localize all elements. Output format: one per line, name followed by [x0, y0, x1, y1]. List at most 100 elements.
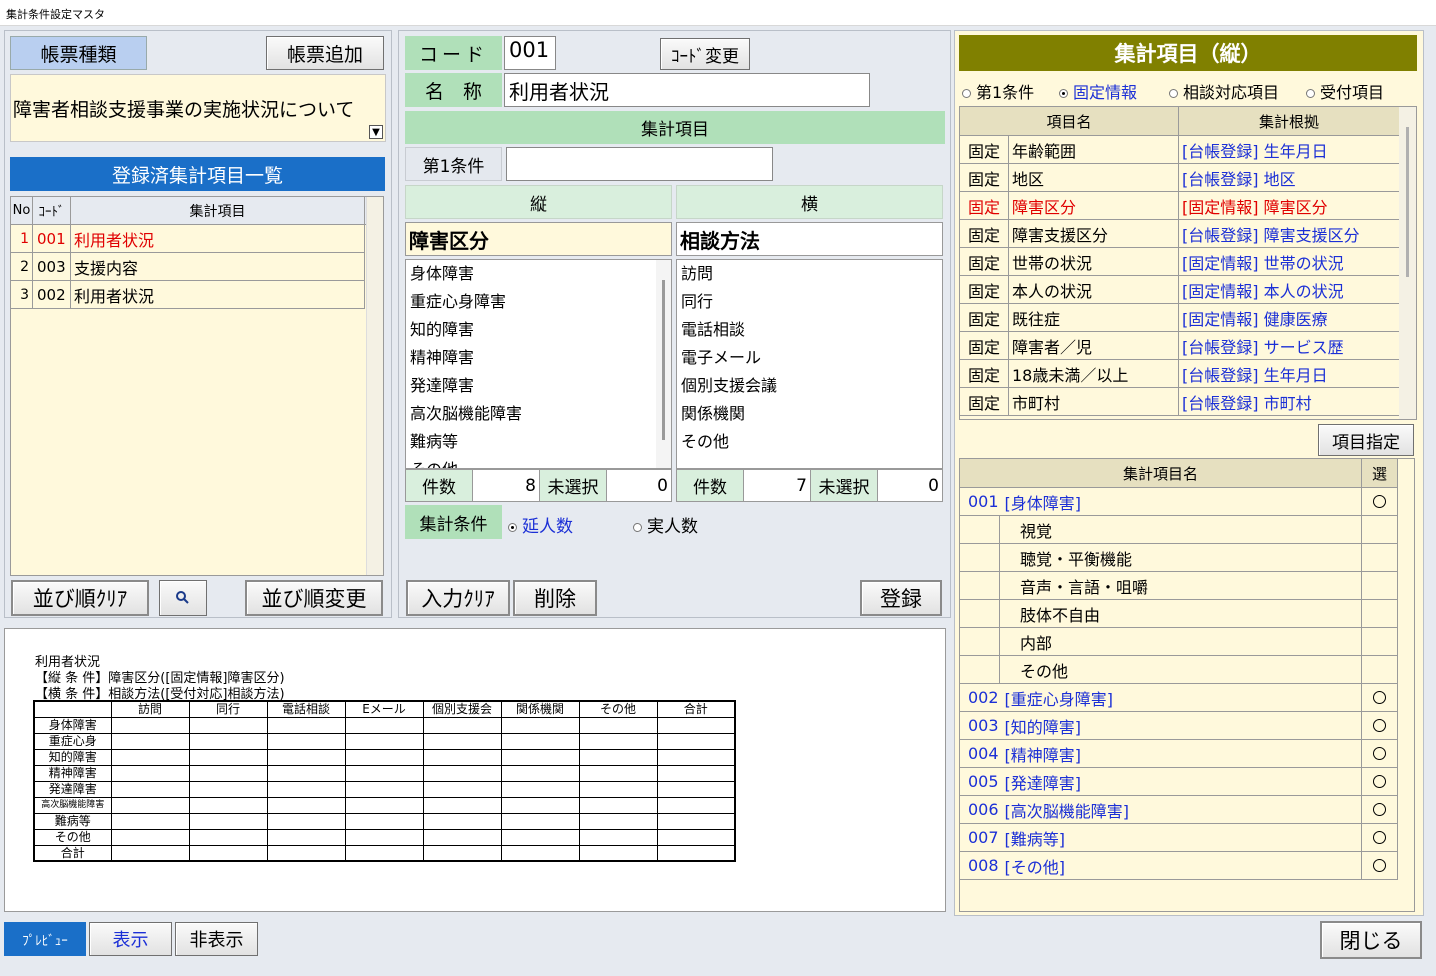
- sub-item-select[interactable]: [1362, 768, 1398, 795]
- right-radio-0[interactable]: 第1条件: [962, 79, 1059, 102]
- sub-item-row[interactable]: 008 [その他]: [960, 852, 1398, 880]
- fixed-items-table[interactable]: 項目名 集計根拠 固定 年齢範囲 [台帳登録] 生年月日 固定 地区 [台帳登録] 地区固…: [959, 106, 1417, 420]
- close-button[interactable]: 閉じる: [1320, 921, 1422, 959]
- fixed-item-row[interactable]: 固定 18歳未満／以上 [台帳登録] 生年月日: [960, 360, 1400, 388]
- sort-change-button[interactable]: 並び順変更: [245, 580, 383, 616]
- fixed-item-row[interactable]: 固定 年齢範囲 [台帳登録] 生年月日: [960, 136, 1400, 164]
- sub-item-select[interactable]: [1362, 516, 1398, 543]
- vertical-list-item[interactable]: 知的障害: [406, 316, 671, 344]
- sub-item-row[interactable]: 007 [難病等]: [960, 824, 1398, 852]
- sub-item-select[interactable]: [1362, 544, 1398, 571]
- fixed-item-row[interactable]: 固定 市町村 [台帳登録] 市町村: [960, 388, 1400, 416]
- sub-item-row[interactable]: 音声・言語・咀嚼: [960, 572, 1398, 600]
- cond1-input[interactable]: [506, 147, 773, 181]
- sub-item-row[interactable]: 004 [精神障害]: [960, 740, 1398, 768]
- row-code: 001: [33, 225, 71, 252]
- sub-item-select[interactable]: [1362, 572, 1398, 599]
- sub-item-row[interactable]: 聴覚・平衡機能: [960, 544, 1398, 572]
- vertical-list-item[interactable]: その他: [406, 456, 671, 468]
- radio-icon: [1059, 89, 1068, 98]
- vertical-list-item[interactable]: 精神障害: [406, 344, 671, 372]
- preview-row-header: 知的障害: [33, 748, 112, 766]
- col-item-name: 項目名: [960, 107, 1179, 135]
- fixed-item-row[interactable]: 固定 地区 [台帳登録] 地区: [960, 164, 1400, 192]
- horizontal-list-item[interactable]: 電子メール: [677, 344, 942, 372]
- horizontal-list-item[interactable]: 個別支援会議: [677, 372, 942, 400]
- horizontal-list[interactable]: 訪問 同行 電話相談 電子メール 個別支援会議 関係機関 その他: [676, 259, 943, 469]
- right-radio-3[interactable]: 受付項目: [1306, 79, 1417, 102]
- table-row[interactable]: 1 001 利用者状況: [11, 225, 365, 253]
- fixed-item-name: 世帯の状況: [1009, 248, 1179, 275]
- fixed-item-row[interactable]: 固定 障害区分 [固定情報] 障害区分: [960, 192, 1400, 220]
- sub-item-select[interactable]: [1362, 740, 1398, 767]
- sub-items-table[interactable]: 集計項目名 選 001 [身体障害] 視覚 聴覚・平衡機能 音声・言語・咀嚼 肢体不自由内…: [959, 458, 1415, 912]
- add-report-button[interactable]: 帳票追加: [266, 36, 384, 70]
- fixed-item-row[interactable]: 固定 障害者／児 [台帳登録] サービス歴: [960, 332, 1400, 360]
- right-radio-1[interactable]: 固定情報: [1059, 79, 1169, 102]
- col-sub-name: 集計項目名: [960, 459, 1362, 487]
- name-input[interactable]: 利用者状況: [504, 73, 870, 107]
- fixed-items-scrollbar[interactable]: [1399, 107, 1416, 419]
- right-radio-2[interactable]: 相談対応項目: [1169, 79, 1306, 102]
- sub-item-row[interactable]: その他: [960, 656, 1398, 684]
- preview-cell: [578, 764, 658, 782]
- vertical-list[interactable]: 身体障害重症心身障害知的障害精神障害発達障害高次脳機能障害難病等その他: [405, 259, 672, 469]
- table-row[interactable]: 2 003 支援内容: [11, 253, 365, 281]
- fixed-item-row[interactable]: 固定 障害支援区分 [台帳登録] 障害支援区分: [960, 220, 1400, 248]
- vertical-list-item[interactable]: 難病等: [406, 428, 671, 456]
- sub-item-row[interactable]: 肢体不自由: [960, 600, 1398, 628]
- col-code: ｺｰﾄﾞ: [33, 197, 71, 224]
- sub-item-select[interactable]: [1362, 796, 1398, 823]
- preview-col-header: 訪問: [110, 700, 190, 718]
- radio-real-count[interactable]: 実人数: [633, 512, 698, 537]
- code-input[interactable]: 001: [504, 36, 556, 70]
- search-button[interactable]: [159, 580, 207, 616]
- table-row[interactable]: 3 002 利用者状況: [11, 281, 365, 309]
- sub-item-row[interactable]: 006 [高次脳機能障害]: [960, 796, 1398, 824]
- fixed-item-row[interactable]: 固定 既往症 [固定情報] 健康医療: [960, 304, 1400, 332]
- fixed-item-basis: [固定情報] 障害区分: [1179, 192, 1400, 219]
- code-change-button[interactable]: ｺｰﾄﾞ変更: [660, 38, 750, 70]
- sub-item-select[interactable]: [1362, 488, 1398, 515]
- registered-items-table[interactable]: No ｺｰﾄﾞ 集計項目 1 001 利用者状況 2 003 支援内容 3 002 利用者状況: [10, 196, 384, 576]
- sub-item-row[interactable]: 002 [重症心身障害]: [960, 684, 1398, 712]
- sub-item-select[interactable]: [1362, 712, 1398, 739]
- sub-item-select[interactable]: [1362, 684, 1398, 711]
- sub-item-select[interactable]: [1362, 656, 1398, 683]
- sub-item-row[interactable]: 視覚: [960, 516, 1398, 544]
- radio-total-count[interactable]: 延人数: [508, 512, 573, 537]
- circle-icon: [1373, 719, 1386, 732]
- vertical-list-item[interactable]: 身体障害: [406, 260, 671, 288]
- fixed-item-row[interactable]: 固定 本人の状況 [固定情報] 本人の状況: [960, 276, 1400, 304]
- vertical-list-item[interactable]: 発達障害: [406, 372, 671, 400]
- item-specify-button[interactable]: 項目指定: [1318, 424, 1414, 456]
- vertical-list-scrollbar[interactable]: [656, 260, 671, 468]
- delete-button[interactable]: 削除: [513, 580, 597, 616]
- sub-item-row[interactable]: 005 [発達障害]: [960, 768, 1398, 796]
- dropdown-arrow-icon[interactable]: ▼: [369, 125, 383, 139]
- sub-item-row[interactable]: 001 [身体障害]: [960, 488, 1398, 516]
- vertical-list-item[interactable]: 高次脳機能障害: [406, 400, 671, 428]
- vertical-list-item[interactable]: 重症心身障害: [406, 288, 671, 316]
- horizontal-list-item[interactable]: 訪問: [677, 260, 942, 288]
- sub-item-select[interactable]: [1362, 824, 1398, 851]
- show-button[interactable]: 表示: [89, 922, 172, 956]
- input-clear-button[interactable]: 入力ｸﾘｱ: [406, 580, 510, 616]
- sort-clear-button[interactable]: 並び順ｸﾘｱ: [11, 580, 149, 616]
- horizontal-list-item[interactable]: 関係機関: [677, 400, 942, 428]
- sub-item-select[interactable]: [1362, 628, 1398, 655]
- hide-button[interactable]: 非表示: [175, 922, 258, 956]
- fixed-item-row[interactable]: 固定 世帯の状況 [固定情報] 世帯の状況: [960, 248, 1400, 276]
- preview-cell: [188, 764, 268, 782]
- sub-item-row[interactable]: 003 [知的障害]: [960, 712, 1398, 740]
- horizontal-list-item[interactable]: その他: [677, 428, 942, 456]
- table-scrollbar[interactable]: [366, 197, 383, 575]
- sub-item-row[interactable]: 内部: [960, 628, 1398, 656]
- sub-item-select[interactable]: [1362, 600, 1398, 627]
- report-type-select[interactable]: 障害者相談支援事業の実施状況について ▼: [10, 74, 386, 142]
- preview-cell: [656, 812, 736, 830]
- horizontal-list-item[interactable]: 電話相談: [677, 316, 942, 344]
- sub-item-select[interactable]: [1362, 852, 1398, 879]
- register-button[interactable]: 登録: [860, 580, 942, 616]
- horizontal-list-item[interactable]: 同行: [677, 288, 942, 316]
